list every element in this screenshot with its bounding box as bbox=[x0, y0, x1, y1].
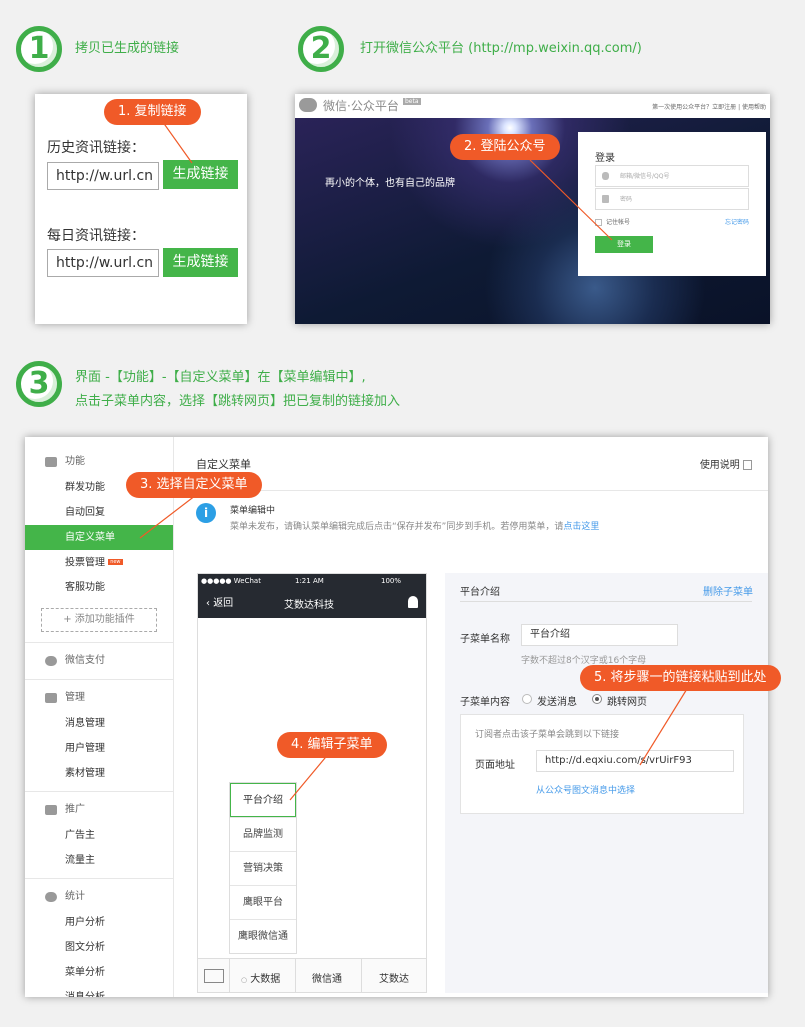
callout-4: 4. 编辑子菜单 bbox=[277, 732, 387, 758]
callout-3-5-lines bbox=[139, 491, 691, 801]
callout-5: 5. 将步骤一的链接粘贴到此处 bbox=[580, 665, 781, 691]
callout-3: 3. 选择自定义菜单 bbox=[126, 472, 262, 498]
